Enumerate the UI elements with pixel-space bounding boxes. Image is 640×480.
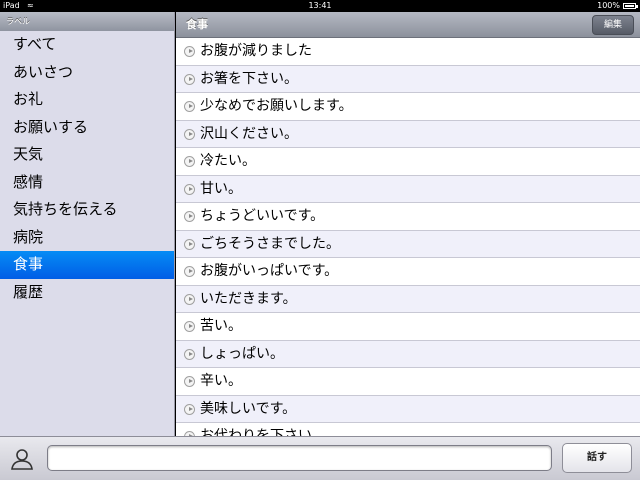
sidebar-header: ラベル (0, 12, 174, 31)
phrase-text: お腹がいっぱいです。 (200, 263, 339, 279)
main-panel: 食事 編集 お腹が減りました お箸を下さい。少なめでお願いします。 沢山ください。冷… (176, 12, 640, 436)
edit-button[interactable]: 編集 (592, 15, 634, 35)
play-icon[interactable] (184, 266, 195, 277)
phrase-row[interactable]: 美味しいです。 (176, 395, 640, 423)
sidebar-item[interactable]: 気持ちを伝える (0, 196, 174, 224)
person-icon[interactable] (10, 448, 34, 470)
play-icon[interactable] (184, 183, 195, 195)
page-title: 食事 (186, 18, 208, 31)
bottom-bar: 話す (0, 436, 640, 480)
speech-text-input[interactable] (47, 445, 552, 471)
play-icon[interactable] (184, 128, 195, 140)
sidebar-list: すべて あいさつ お礼 お願いする 天気 感情 気持ちを伝える 病院 食事 履歴 (0, 31, 174, 306)
phrase-row[interactable]: ちょうどいいです。 (176, 203, 640, 231)
phrase-row[interactable]: しょっぱい。 (176, 340, 640, 368)
phrase-text: 辛い。 (200, 373, 242, 389)
battery-fill (625, 5, 634, 7)
sidebar: ラベル すべて あいさつ お礼 お願いする 天気 感情 気持ちを伝える 病院 食事 履歴 (0, 12, 175, 436)
phrase-row[interactable]: 冷たい。 (176, 148, 640, 176)
phrase-row[interactable]: お腹が減りました (176, 38, 640, 66)
battery-percent: 100% (597, 1, 620, 10)
phrase-row[interactable]: 少なめでお願いします。 (176, 93, 640, 121)
sidebar-item[interactable]: 天気 (0, 141, 174, 169)
status-bar: iPad ≈ 13:41 100% (0, 0, 640, 12)
phrase-list[interactable]: お腹が減りました お箸を下さい。少なめでお願いします。 沢山ください。 冷たい。甘い。… (176, 38, 640, 436)
sidebar-item[interactable]: 病院 (0, 224, 174, 252)
play-icon[interactable] (184, 348, 195, 360)
phrase-row[interactable]: 甘い。 (176, 175, 640, 203)
phrase-text: 冷たい。 (200, 153, 256, 169)
phrase-text: いただきます。 (200, 290, 297, 307)
phrase-row[interactable]: お代わりを下さい。 (176, 423, 640, 436)
phrase-text: お箸を下さい。 (200, 70, 298, 87)
play-icon[interactable] (184, 211, 195, 222)
phrase-row[interactable]: 辛い。 (176, 368, 640, 396)
play-icon[interactable] (184, 156, 195, 167)
phrase-text: お腹が減りました (200, 43, 312, 59)
phrase-row[interactable]: 沢山ください。 (176, 120, 640, 148)
play-icon[interactable] (184, 101, 195, 112)
phrase-text: 沢山ください。 (200, 125, 298, 142)
phrase-text: 美味しいです。 (200, 400, 297, 417)
play-icon[interactable] (184, 376, 195, 387)
phrase-row[interactable]: ごちそうさまでした。 (176, 230, 640, 258)
sidebar-item[interactable]: 履歴 (0, 279, 174, 307)
sidebar-item[interactable]: あいさつ (0, 59, 174, 87)
play-icon[interactable] (184, 403, 195, 415)
phrase-row[interactable]: いただきます。 (176, 285, 640, 313)
phrase-row[interactable]: お箸を下さい。 (176, 65, 640, 93)
phrase-text: ちょうどいいです。 (200, 208, 325, 224)
phrase-text: しょっぱい。 (200, 345, 284, 362)
sidebar-item[interactable]: お願いする (0, 114, 174, 142)
phrase-text: 苦い。 (200, 318, 242, 334)
phrase-text: お代わりを下さい。 (200, 428, 326, 436)
speak-button[interactable]: 話す (562, 443, 632, 473)
phrase-text: ごちそうさまでした。 (200, 235, 340, 252)
phrase-text: 甘い。 (200, 180, 242, 197)
play-icon[interactable] (184, 46, 195, 57)
play-icon[interactable] (184, 238, 195, 250)
sidebar-item[interactable]: 食事 (0, 251, 174, 279)
play-icon[interactable] (184, 73, 195, 85)
phrase-row[interactable]: 苦い。 (176, 313, 640, 341)
sidebar-item[interactable]: お礼 (0, 86, 174, 114)
sidebar-item[interactable]: 感情 (0, 169, 174, 197)
phrase-text: 少なめでお願いします。 (200, 98, 353, 114)
play-icon[interactable] (184, 293, 195, 305)
play-icon[interactable] (184, 321, 195, 332)
sidebar-item[interactable]: すべて (0, 31, 174, 59)
clock: 13:41 (308, 1, 332, 10)
battery-icon (623, 3, 638, 9)
phrase-row[interactable]: お腹がいっぱいです。 (176, 258, 640, 286)
main-header: 食事 編集 (176, 12, 640, 38)
